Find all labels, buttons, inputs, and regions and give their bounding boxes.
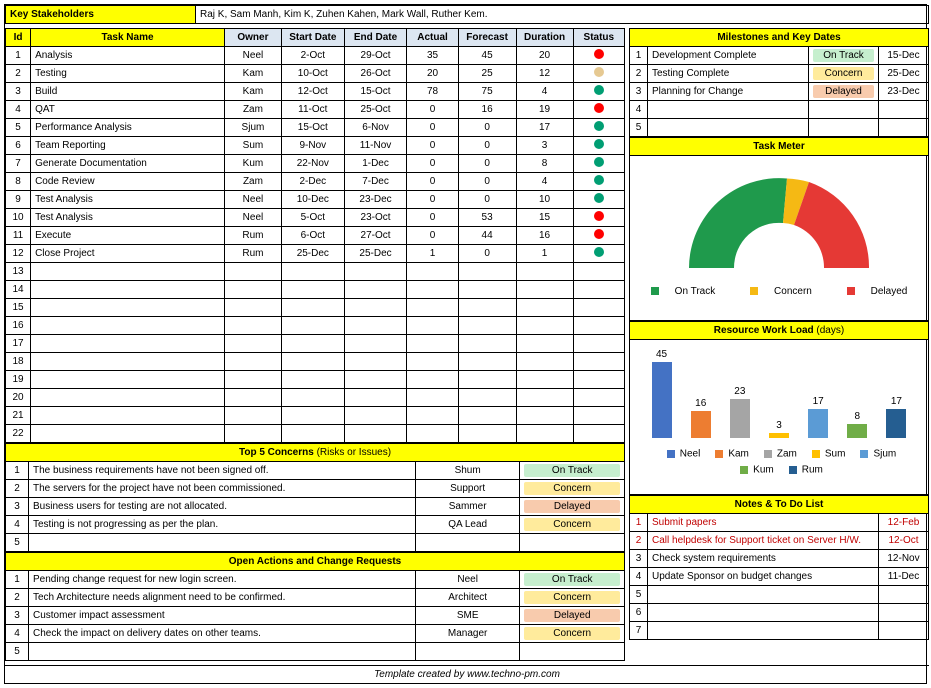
table-row: 5 (6, 643, 625, 661)
col-owner: Owner (224, 29, 281, 47)
table-row: 13 (6, 263, 625, 281)
status-dot (594, 175, 604, 185)
table-row: 4Check the impact on delivery dates on o… (6, 625, 625, 643)
task-meter-title: Task Meter (630, 138, 929, 156)
table-row: 15 (6, 299, 625, 317)
bar: 45 (649, 349, 675, 439)
notes-title: Notes & To Do List (630, 496, 929, 514)
table-row: 18 (6, 353, 625, 371)
status-dot (594, 85, 604, 95)
gauge-legend: On Track Concern Delayed (634, 286, 924, 297)
milestones-table: Milestones and Key Dates 1Development Co… (629, 28, 929, 137)
table-row: 8Code ReviewZam2-Dec7-Dec004 (6, 173, 625, 191)
table-row: 1Development CompleteOn Track15-Dec (630, 47, 929, 65)
table-row: 4QATZam11-Oct25-Oct01619 (6, 101, 625, 119)
table-row: 7 (630, 622, 929, 640)
concerns-table: Top 5 Concerns (Risks or Issues) 1The bu… (5, 443, 625, 552)
table-row: 4 (630, 101, 929, 119)
stakeholders-label: Key Stakeholders (6, 6, 196, 24)
gauge-chart (679, 168, 879, 268)
table-row: 11ExecuteRum6-Oct27-Oct04416 (6, 227, 625, 245)
status-dot (594, 247, 604, 257)
table-row: 1Pending change request for new login sc… (6, 571, 625, 589)
table-row: 5 (6, 534, 625, 552)
table-row: 4Update Sponsor on budget changes11-Dec (630, 568, 929, 586)
bar: 3 (766, 420, 792, 438)
stakeholders-value: Raj K, Sam Manh, Kim K, Zuhen Kahen, Mar… (196, 6, 929, 24)
bar: 16 (688, 398, 714, 438)
col-end: End Date (344, 29, 407, 47)
table-row: 6Team ReportingSum9-Nov11-Nov003 (6, 137, 625, 155)
table-row: 7Generate DocumentationKum22-Nov1-Dec008 (6, 155, 625, 173)
table-row: 16 (6, 317, 625, 335)
resource-chart: Resource Work Load (days) 45 16 23 3 17 8 17 N… (629, 321, 929, 495)
table-row: 17 (6, 335, 625, 353)
col-id: Id (6, 29, 31, 47)
status-dot (594, 139, 604, 149)
table-row: 2Call helpdesk for Support ticket on Ser… (630, 532, 929, 550)
table-row: 3Customer impact assessmentSMEDelayed (6, 607, 625, 625)
table-row: 3BuildKam12-Oct15-Oct78754 (6, 83, 625, 101)
table-row: 6 (630, 604, 929, 622)
col-actual: Actual (407, 29, 458, 47)
table-row: 12Close ProjectRum25-Dec25-Dec101 (6, 245, 625, 263)
col-status: Status (573, 29, 624, 47)
table-row: 21 (6, 407, 625, 425)
table-row: 19 (6, 371, 625, 389)
status-dot (594, 49, 604, 59)
status-dot (594, 103, 604, 113)
table-row: 1Submit papers12-Feb (630, 514, 929, 532)
col-name: Task Name (31, 29, 225, 47)
table-row: 9Test AnalysisNeel10-Dec23-Dec0010 (6, 191, 625, 209)
status-dot (594, 121, 604, 131)
table-row: 3Business users for testing are not allo… (6, 498, 625, 516)
table-row: 2TestingKam10-Oct26-Oct202512 (6, 65, 625, 83)
actions-table: Open Actions and Change Requests 1Pendin… (5, 552, 625, 661)
actions-title: Open Actions and Change Requests (6, 553, 625, 571)
table-row: 20 (6, 389, 625, 407)
status-dot (594, 211, 604, 221)
bar: 17 (805, 396, 831, 438)
table-row: 3Check system requirements12-Nov (630, 550, 929, 568)
milestones-title: Milestones and Key Dates (630, 29, 929, 47)
table-row: 14 (6, 281, 625, 299)
table-row: 5 (630, 119, 929, 137)
footer-text: Template created by www.techno-pm.com (5, 665, 929, 683)
table-row: 2Tech Architecture needs alignment need … (6, 589, 625, 607)
table-row: 1AnalysisNeel2-Oct29-Oct354520 (6, 47, 625, 65)
task-meter: Task Meter On Track Concern Delayed (629, 137, 929, 321)
stakeholders-row: Key Stakeholders Raj K, Sam Manh, Kim K,… (5, 5, 929, 24)
col-start: Start Date (281, 29, 344, 47)
col-duration: Duration (516, 29, 573, 47)
bar-chart: 45 16 23 3 17 8 17 (642, 348, 916, 438)
col-forecast: Forecast (458, 29, 516, 47)
bar-legend: NeelKamZamSumSjumKumRum (642, 446, 916, 478)
table-row: 22 (6, 425, 625, 443)
status-dot (594, 229, 604, 239)
status-dot (594, 157, 604, 167)
notes-table: Notes & To Do List 1Submit papers12-Feb2… (629, 495, 929, 640)
table-row: 5Performance AnalysisSjum15-Oct6-Nov0017 (6, 119, 625, 137)
table-row: 4Testing is not progressing as per the p… (6, 516, 625, 534)
table-row: 2The servers for the project have not be… (6, 480, 625, 498)
status-dot (594, 193, 604, 203)
table-row: 1The business requirements have not been… (6, 462, 625, 480)
bar: 8 (844, 411, 870, 438)
status-dot (594, 67, 604, 77)
table-row: 5 (630, 586, 929, 604)
bar: 23 (727, 386, 753, 438)
bar: 17 (883, 396, 909, 438)
table-row: 2Testing CompleteConcern25-Dec (630, 65, 929, 83)
resource-title: Resource Work Load (days) (630, 322, 929, 340)
table-row: 3Planning for ChangeDelayed23-Dec (630, 83, 929, 101)
task-table: Id Task Name Owner Start Date End Date A… (5, 28, 625, 443)
concerns-title: Top 5 Concerns (Risks or Issues) (6, 444, 625, 462)
table-row: 10Test AnalysisNeel5-Oct23-Oct05315 (6, 209, 625, 227)
